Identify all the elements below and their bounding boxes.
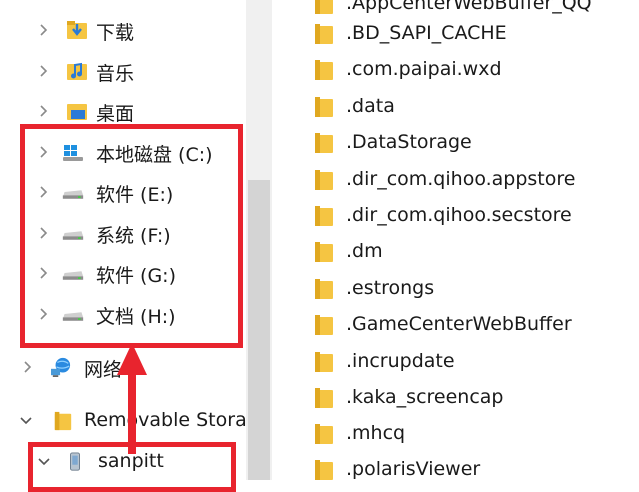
nav-item-downloads[interactable]: 下载: [0, 10, 246, 50]
nav-item-label: 桌面: [96, 103, 135, 125]
desktop-folder-icon: [67, 104, 87, 120]
chevron-down-icon[interactable]: [18, 413, 34, 429]
list-item[interactable]: .dir_com.qihoo.secstore: [272, 198, 639, 234]
chevron-right-icon[interactable]: [36, 103, 52, 119]
nav-item-label: 音乐: [96, 63, 135, 85]
file-list: .AppCenterWebBuffer_QQ .BD_SAPI_CACHE .c…: [272, 0, 639, 480]
annotation-arrow-shaft: [128, 372, 136, 454]
nav-item-music[interactable]: 音乐: [0, 51, 246, 91]
file-name: .GameCenterWebBuffer: [346, 313, 572, 335]
folder-icon: [315, 97, 333, 117]
folder-icon: [315, 460, 333, 480]
file-name: .mhcq: [346, 422, 406, 444]
list-item[interactable]: .incrupdate: [272, 344, 639, 380]
file-name: .incrupdate: [346, 350, 455, 372]
folder-icon: [315, 352, 333, 372]
file-name: .dir_com.qihoo.appstore: [346, 168, 576, 190]
folder-icon: [54, 411, 72, 431]
music-folder-icon: [67, 62, 87, 80]
list-item[interactable]: .com.paipai.wxd: [272, 52, 639, 88]
chevron-right-icon[interactable]: [36, 63, 52, 79]
list-item[interactable]: .DataStorage: [272, 125, 639, 161]
annotation-arrow-head: [117, 343, 147, 375]
nav-item-removable-storage[interactable]: Removable Stora: [0, 401, 246, 441]
chevron-right-icon[interactable]: [20, 359, 36, 375]
list-item[interactable]: .polarisViewer: [272, 452, 639, 480]
folder-icon: [315, 388, 333, 408]
file-name: .estrongs: [346, 277, 435, 299]
list-item[interactable]: .BD_SAPI_CACHE: [272, 16, 639, 52]
file-name: .com.paipai.wxd: [346, 58, 502, 80]
annotation-box-drives: [20, 124, 243, 348]
nav-scrollbar-thumb[interactable]: [248, 180, 270, 480]
nav-item-label: Removable Stora: [84, 409, 246, 431]
folder-icon: [315, 242, 333, 262]
list-item[interactable]: .GameCenterWebBuffer: [272, 307, 639, 343]
folder-icon: [315, 24, 333, 44]
folder-icon: [315, 133, 333, 153]
nav-item-label: 下载: [96, 22, 135, 44]
folder-icon: [315, 170, 333, 190]
folder-icon: [315, 206, 333, 226]
list-item[interactable]: .kaka_screencap: [272, 380, 639, 416]
folder-icon: [315, 315, 333, 335]
download-folder-icon: [67, 21, 87, 39]
folder-icon: [315, 279, 333, 299]
file-name: .polarisViewer: [346, 458, 481, 480]
file-name: .data: [346, 95, 395, 117]
file-name: .BD_SAPI_CACHE: [346, 22, 507, 44]
file-name: .dir_com.qihoo.secstore: [346, 204, 572, 226]
folder-icon: [315, 424, 333, 444]
list-item[interactable]: .data: [272, 89, 639, 125]
list-item[interactable]: .mhcq: [272, 416, 639, 452]
list-item[interactable]: .dir_com.qihoo.appstore: [272, 162, 639, 198]
file-name: .DataStorage: [346, 131, 472, 153]
list-item[interactable]: .dm: [272, 234, 639, 270]
file-name: .AppCenterWebBuffer_QQ: [346, 0, 592, 14]
folder-icon: [315, 60, 333, 80]
list-item[interactable]: .estrongs: [272, 271, 639, 307]
file-name: .dm: [346, 240, 383, 262]
network-icon: [51, 357, 71, 377]
file-name: .kaka_screencap: [346, 386, 504, 408]
chevron-right-icon[interactable]: [36, 22, 52, 38]
folder-icon: [315, 0, 333, 14]
